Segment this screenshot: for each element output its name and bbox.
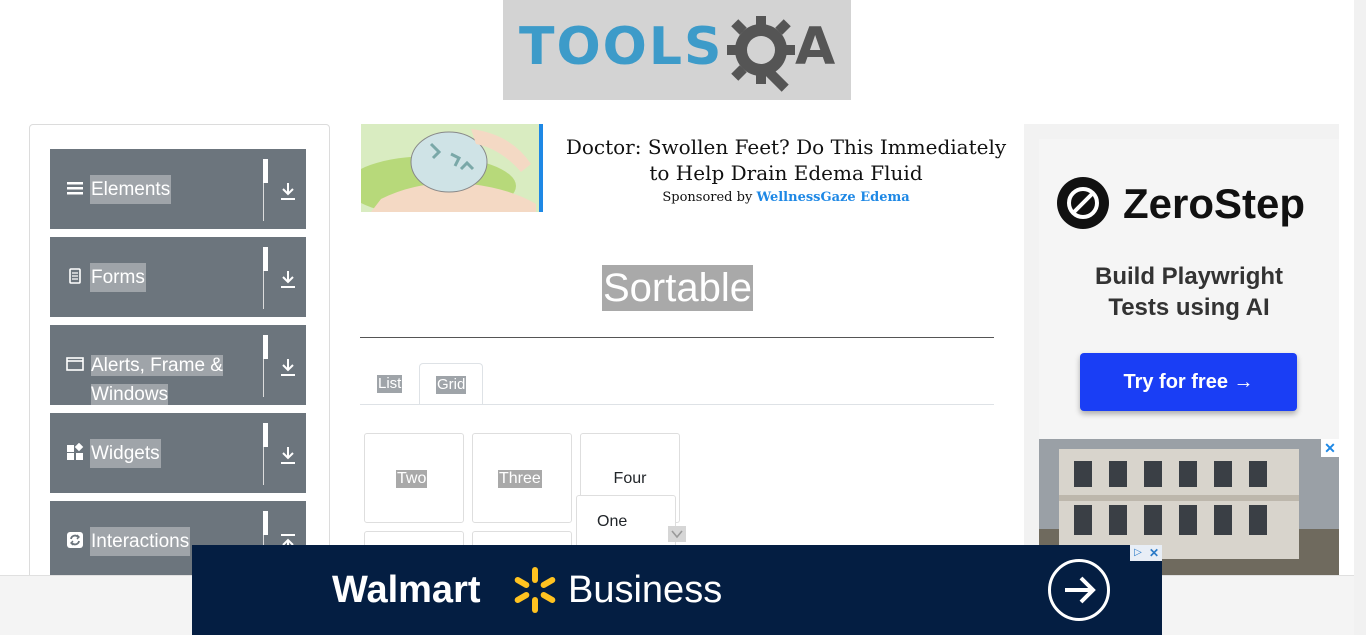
marker [263,247,268,271]
logo-suffix: A [795,17,836,77]
nav-group-label-line1: Alerts, Frame & [91,355,223,376]
tagline-line1: Build Playwright [1094,263,1283,290]
ad-headline[interactable]: Doctor: Swollen Feet? Do This Immediatel… [561,134,1011,186]
chevron-down-icon [671,530,683,539]
gear-magnifier-icon [727,16,795,92]
close-icon[interactable]: ✕ [1321,439,1339,457]
nav-group-alerts-frame-windows[interactable]: Alerts, Frame & Windows [50,325,306,405]
grid-item-label: Three [498,470,542,488]
page: TOOLS A Elements Forms Alerts, Frame & W… [0,0,1366,635]
download-arrow-icon[interactable] [279,269,297,289]
zerostep-logo-icon [1057,177,1109,229]
nav-group-elements[interactable]: Elements [50,149,306,229]
arrow-right-icon[interactable] [1048,559,1110,621]
grid-item-label: Four [613,470,647,487]
arrow-right-glyph [1065,576,1096,604]
tab-grid[interactable]: Grid [419,363,483,405]
ad-sponsor: Sponsored by WellnessGaze Edema [561,190,1011,205]
grid-item-two[interactable]: Two [364,433,464,523]
tab-label: List [377,375,403,393]
sidebar-ad[interactable]: ZeroStep Build Playwright Tests using AI… [1024,124,1339,575]
walmart-business-banner-ad[interactable]: Walmart Business ▷ ✕ [192,545,1162,635]
download-arrow-icon[interactable] [279,181,297,201]
zerostep-ad[interactable]: ZeroStep Build Playwright Tests using AI… [1039,139,1339,439]
window-icon [66,357,84,371]
nav-group-widgets[interactable]: Widgets [50,413,306,493]
zerostep-mark [1067,187,1099,219]
toolsqa-logo[interactable]: TOOLS A [503,0,851,100]
marker [263,159,268,183]
scroll-down-caret[interactable] [668,526,686,542]
zerostep-tagline: Build Playwright Tests using AI [1039,261,1339,323]
grid-item-label: Two [396,470,428,488]
page-scrollbar[interactable] [1354,0,1366,635]
nav-group-forms[interactable]: Forms [50,237,306,317]
tabs-divider [360,404,994,405]
adchoices-icon[interactable]: ▷ [1130,545,1146,561]
page-title: Sortable [602,265,753,311]
tab-label: Grid [436,376,467,394]
nav-group-label: Interactions [90,527,191,556]
tab-list[interactable]: List [360,363,420,405]
banner-brand: Walmart [332,569,481,611]
marker [263,423,268,447]
dragging-item-label: One [597,513,628,530]
nav-group-label: Widgets [90,439,161,468]
logo-text: TOOLS [519,17,724,77]
try-for-free-button[interactable]: Try for free → [1080,353,1297,411]
native-ad-top[interactable]: Doctor: Swollen Feet? Do This Immediatel… [361,124,1011,212]
hamburger-icon [67,182,83,195]
banner-product: Business [568,569,723,611]
walmart-spark-icon [514,567,556,613]
nav-group-label: Forms [90,263,146,292]
marker [263,335,268,359]
download-arrow-icon[interactable] [279,357,297,377]
document-icon [69,268,81,284]
download-arrow-icon[interactable] [279,445,297,465]
nav-group-label: Elements [90,175,172,204]
nav-group-label-line2: Windows [91,384,169,405]
widgets-icon [67,443,84,460]
ad-sponsor-prefix: Sponsored by [662,190,753,205]
zerostep-brand: ZeroStep [1123,180,1306,227]
interactions-icon [67,532,83,548]
marker [263,511,268,535]
close-icon[interactable]: ✕ [1146,545,1162,561]
nav-group-label: Alerts, Frame & Windows [90,351,230,409]
tagline-line2: Tests using AI [1108,294,1270,321]
ad-image[interactable] [361,124,543,212]
ad-sponsor-name[interactable]: WellnessGaze Edema [756,190,909,205]
title-divider [360,337,994,338]
ad-feet-illustration [361,129,536,212]
grid-item-three[interactable]: Three [472,433,572,523]
